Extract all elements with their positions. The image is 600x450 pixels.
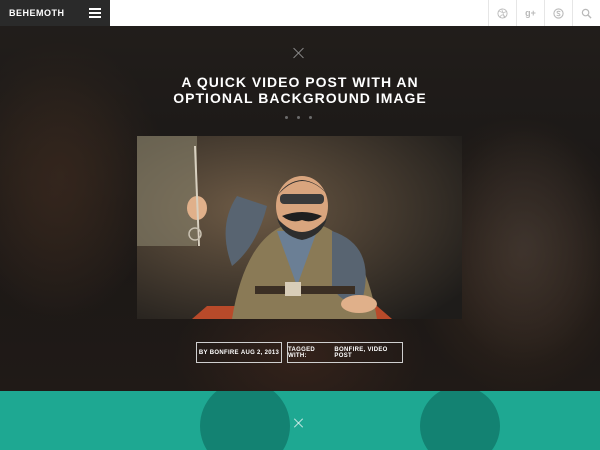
next-post-section[interactable] bbox=[0, 391, 600, 450]
search-icon[interactable] bbox=[572, 0, 600, 26]
slide-dots bbox=[285, 116, 312, 119]
close-icon[interactable] bbox=[292, 46, 306, 60]
hamburger-icon[interactable] bbox=[89, 8, 101, 18]
post-meta-author-date: BY BONFIRE AUG 2, 2013 bbox=[196, 342, 282, 363]
post-hero: A QUICK VIDEO POST WITH AN OPTIONAL BACK… bbox=[0, 26, 600, 391]
skype-icon[interactable] bbox=[544, 0, 572, 26]
background-image bbox=[200, 391, 290, 450]
post-title[interactable]: A QUICK VIDEO POST WITH AN OPTIONAL BACK… bbox=[150, 74, 450, 106]
post-meta-tags: TAGGED WITH: BONFIRE, VIDEO POST bbox=[287, 342, 403, 363]
video-thumbnail bbox=[137, 136, 462, 319]
site-title[interactable]: BEHEMOTH bbox=[9, 8, 65, 18]
background-figure bbox=[420, 391, 500, 450]
video-player[interactable] bbox=[137, 136, 462, 319]
author-link[interactable]: BONFIRE bbox=[210, 350, 239, 356]
google-plus-icon[interactable]: g+ bbox=[516, 0, 544, 26]
brand-block: BEHEMOTH bbox=[0, 0, 110, 26]
dribbble-icon[interactable] bbox=[488, 0, 516, 26]
top-bar: BEHEMOTH g+ bbox=[0, 0, 600, 26]
social-links: g+ bbox=[488, 0, 600, 26]
tag-link[interactable]: BONFIRE, VIDEO POST bbox=[334, 347, 402, 359]
close-icon[interactable] bbox=[293, 417, 305, 429]
